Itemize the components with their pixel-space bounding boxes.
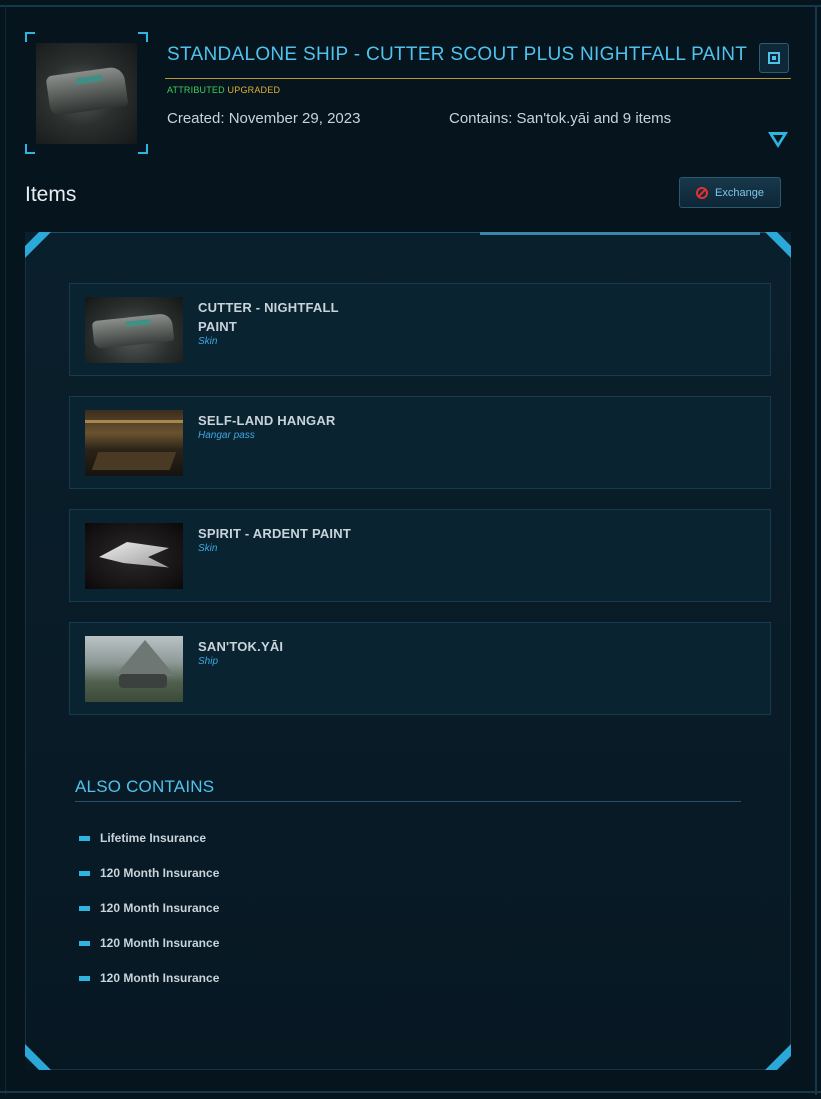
attributed-tag: ATTRIBUTED xyxy=(167,85,225,95)
panel-corner-inner xyxy=(777,1056,791,1070)
items-heading: Items xyxy=(25,183,77,206)
item-name: SELF-LAND HANGAR xyxy=(198,413,336,428)
panel-corner-inner xyxy=(25,232,39,246)
chip-button[interactable] xyxy=(759,43,789,73)
created-date: Created: November 29, 2023 xyxy=(167,110,361,127)
item-image xyxy=(85,410,183,476)
frame-top-border xyxy=(0,5,821,7)
also-contains-divider xyxy=(75,801,741,802)
ship-image-shape xyxy=(45,65,129,117)
bullet-icon xyxy=(79,940,90,946)
corner-bracket xyxy=(138,32,148,42)
also-contains-text: 120 Month Insurance xyxy=(100,866,220,880)
item-name: SAN'TOK.YĀI xyxy=(198,639,284,654)
exchange-label: Exchange xyxy=(715,186,764,199)
title-underline xyxy=(165,78,791,79)
item-card[interactable]: SELF-LAND HANGAR Hangar pass xyxy=(69,396,771,489)
item-type: Skin xyxy=(198,336,218,347)
also-contains-item: 120 Month Insurance xyxy=(79,936,219,950)
also-contains-item: Lifetime Insurance xyxy=(79,831,206,845)
expand-triangle-icon[interactable] xyxy=(768,132,788,148)
item-card[interactable]: SPIRIT - ARDENT PAINT Skin xyxy=(69,509,771,602)
also-contains-item: 120 Month Insurance xyxy=(79,971,219,985)
item-type: Skin xyxy=(198,543,218,554)
panel-corner-inner xyxy=(25,1056,39,1070)
exchange-button[interactable]: Exchange xyxy=(679,177,781,208)
item-type: Hangar pass xyxy=(198,430,255,441)
corner-bracket xyxy=(25,144,35,154)
item-image xyxy=(85,636,183,702)
also-contains-text: 120 Month Insurance xyxy=(100,971,220,985)
also-contains-item: 120 Month Insurance xyxy=(79,866,219,880)
also-contains-item: 120 Month Insurance xyxy=(79,901,219,915)
chip-icon xyxy=(768,52,780,64)
also-contains-text: Lifetime Insurance xyxy=(100,831,207,845)
bullet-icon xyxy=(79,870,90,876)
item-type: Ship xyxy=(198,656,219,667)
pledge-thumbnail xyxy=(25,32,148,154)
panel-top-highlight xyxy=(480,232,760,235)
bullet-icon xyxy=(79,905,90,911)
frame-left-border xyxy=(5,5,6,1095)
also-contains-text: 120 Month Insurance xyxy=(100,936,220,950)
pledge-image xyxy=(36,43,137,144)
corner-bracket xyxy=(138,144,148,154)
panel-corner-inner xyxy=(777,232,791,246)
item-image xyxy=(85,297,183,363)
frame-bottom-border xyxy=(0,1091,821,1093)
no-entry-icon xyxy=(696,186,709,199)
pledge-title: STANDALONE SHIP - CUTTER SCOUT PLUS NIGH… xyxy=(167,44,748,65)
upgraded-tag: UPGRADED xyxy=(227,85,281,95)
item-name: CUTTER - NIGHTFALL PAINT xyxy=(198,300,339,334)
frame-right-border xyxy=(815,5,817,1095)
corner-bracket xyxy=(25,32,35,42)
contains-summary: Contains: San'tok.yāi and 9 items xyxy=(449,110,672,127)
item-card[interactable]: CUTTER - NIGHTFALL PAINT Skin xyxy=(69,283,771,376)
bullet-icon xyxy=(79,835,90,841)
item-name: SPIRIT - ARDENT PAINT xyxy=(198,526,351,541)
item-image xyxy=(85,523,183,589)
status-tags: ATTRIBUTED UPGRADED xyxy=(167,85,280,95)
item-card[interactable]: SAN'TOK.YĀI Ship xyxy=(69,622,771,715)
bullet-icon xyxy=(79,975,90,981)
also-contains-heading: ALSO CONTAINS xyxy=(75,777,215,796)
also-contains-text: 120 Month Insurance xyxy=(100,901,220,915)
